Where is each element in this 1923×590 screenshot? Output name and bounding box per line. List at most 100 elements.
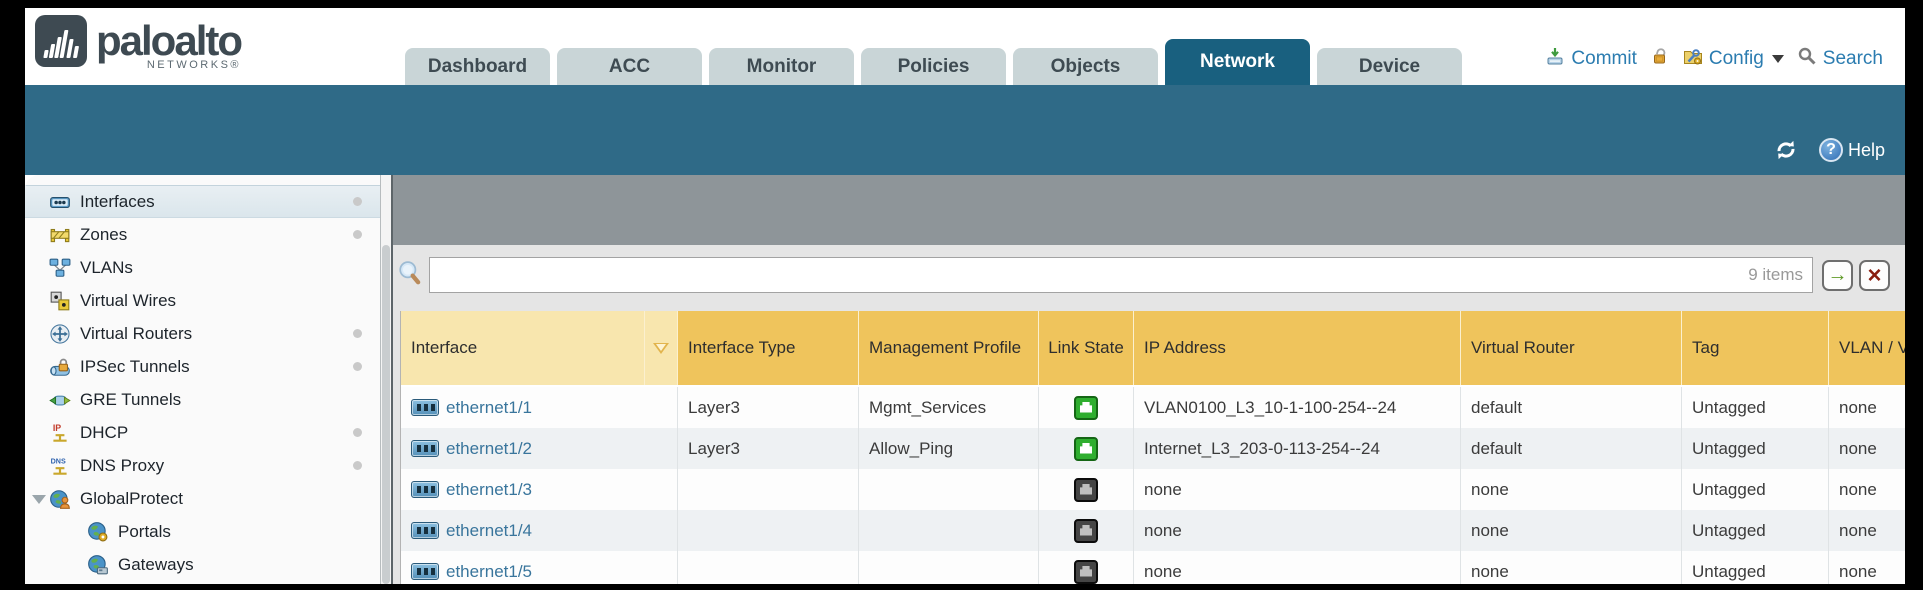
sidebar-item-clipped[interactable]	[25, 581, 380, 584]
commit-icon	[1545, 46, 1565, 72]
virtual-routers-icon	[49, 323, 71, 345]
column-header-virtual-router[interactable]: Virtual Router	[1461, 311, 1682, 385]
filter-input[interactable]	[429, 257, 1813, 293]
interface-link[interactable]: ethernet1/4	[411, 521, 532, 541]
zones-icon	[49, 224, 71, 246]
tab-objects[interactable]: Objects	[1013, 48, 1158, 85]
interface-link[interactable]: ethernet1/2	[411, 439, 532, 459]
apply-filter-button[interactable]: →	[1822, 260, 1853, 291]
virtual-wires-icon	[49, 290, 71, 312]
portals-icon	[87, 521, 109, 543]
secondary-bar: ? Help	[25, 85, 1905, 175]
tab-policies[interactable]: Policies	[861, 48, 1006, 85]
table-row[interactable]: ethernet1/1 Layer3 Mgmt_Services VLAN010…	[401, 387, 1905, 428]
sidebar-item-dns-proxy[interactable]: DNS DNS Proxy	[25, 449, 380, 482]
column-header-interface[interactable]: Interface	[401, 311, 645, 385]
paloalto-logo: paloalto NETWORKS®	[35, 15, 241, 67]
sidebar-item-portals[interactable]: Portals	[25, 515, 380, 548]
interface-link[interactable]: ethernet1/1	[411, 398, 532, 418]
sidebar-item-vlans[interactable]: VLANs	[25, 251, 380, 284]
dns-proxy-icon: DNS	[49, 455, 71, 477]
main-panel: Ethernet VLAN Loopback Tunnel SD-WAN 9 i…	[393, 175, 1905, 584]
table-row[interactable]: ethernet1/2 Layer3 Allow_Ping Internet_L…	[401, 428, 1905, 469]
interface-link[interactable]: ethernet1/3	[411, 480, 532, 500]
tab-acc[interactable]: ACC	[557, 48, 702, 85]
filter-field: 9 items	[429, 257, 1813, 293]
ethernet-interface-icon	[411, 522, 439, 539]
collapse-arrow-icon[interactable]	[32, 495, 46, 504]
top-header: paloalto NETWORKS® Dashboard ACC Monitor…	[25, 8, 1905, 85]
search-icon	[1797, 46, 1817, 72]
ethernet-interface-icon	[411, 481, 439, 498]
ethernet-interface-icon	[411, 563, 439, 580]
status-dot	[353, 230, 362, 239]
sidebar-item-dhcp[interactable]: IP DHCP	[25, 416, 380, 449]
dhcp-icon: IP	[49, 422, 71, 444]
refresh-icon[interactable]	[1773, 137, 1799, 163]
brand-subtitle: NETWORKS®	[147, 59, 241, 71]
table-row[interactable]: ethernet1/4 none none Untagged none	[401, 510, 1905, 551]
table-row[interactable]: ethernet1/5 none none Untagged none	[401, 551, 1905, 584]
header-actions: Commit Config Search	[1545, 46, 1883, 72]
status-dot	[353, 461, 362, 470]
gateways-icon	[87, 554, 109, 576]
clear-filter-button[interactable]: ×	[1859, 260, 1890, 291]
sidebar-item-zones[interactable]: Zones	[25, 218, 380, 251]
status-dot	[353, 428, 362, 437]
status-dot	[353, 329, 362, 338]
search-button[interactable]: Search	[1797, 46, 1883, 72]
sidebar-item-interfaces[interactable]: Interfaces	[25, 185, 380, 218]
column-header-ip-address[interactable]: IP Address	[1134, 311, 1461, 385]
tab-dashboard[interactable]: Dashboard	[405, 48, 550, 85]
gre-tunnels-icon	[49, 389, 71, 411]
link-state-icon	[1074, 478, 1098, 502]
help-icon: ?	[1819, 138, 1843, 162]
commit-button[interactable]: Commit	[1545, 46, 1636, 72]
sidebar-item-virtual-routers[interactable]: Virtual Routers	[25, 317, 380, 350]
link-state-icon	[1074, 396, 1098, 420]
sidebar-item-gre-tunnels[interactable]: GRE Tunnels	[25, 383, 380, 416]
app-window: paloalto NETWORKS® Dashboard ACC Monitor…	[25, 8, 1905, 584]
link-state-icon	[1074, 560, 1098, 584]
tab-network[interactable]: Network	[1165, 39, 1310, 85]
table-header-row: Interface Interface Type Management Prof…	[401, 311, 1905, 387]
sidebar-scrollbar[interactable]	[380, 175, 393, 584]
table-body: ethernet1/1 Layer3 Mgmt_Services VLAN010…	[401, 387, 1905, 584]
lock-button[interactable]	[1650, 46, 1670, 72]
tab-monitor[interactable]: Monitor	[709, 48, 854, 85]
ipsec-tunnels-icon	[49, 356, 71, 378]
sidebar-item-ipsec-tunnels[interactable]: IPSec Tunnels	[25, 350, 380, 383]
sidebar-item-gateways[interactable]: Gateways	[25, 548, 380, 581]
column-sort-menu[interactable]	[645, 311, 678, 385]
interfaces-table: Interface Interface Type Management Prof…	[400, 311, 1905, 584]
screenshot-frame: paloalto NETWORKS® Dashboard ACC Monitor…	[0, 0, 1923, 590]
table-row[interactable]: ethernet1/3 none none Untagged none	[401, 469, 1905, 510]
column-header-interface-type[interactable]: Interface Type	[678, 311, 859, 385]
scrollbar-thumb[interactable]	[382, 245, 390, 584]
lock-icon	[1650, 46, 1670, 72]
interface-link[interactable]: ethernet1/5	[411, 562, 532, 582]
status-dot	[353, 362, 362, 371]
link-state-icon	[1074, 519, 1098, 543]
column-header-management-profile[interactable]: Management Profile	[859, 311, 1039, 385]
sort-dropdown-icon[interactable]	[653, 343, 669, 354]
sidebar-item-virtual-wires[interactable]: Virtual Wires	[25, 284, 380, 317]
main-nav-tabs: Dashboard ACC Monitor Policies Objects N…	[405, 39, 1462, 85]
vlans-icon	[49, 257, 71, 279]
sidebar-item-globalprotect[interactable]: GlobalProtect	[25, 482, 380, 515]
tab-device[interactable]: Device	[1317, 48, 1462, 85]
globalprotect-icon	[49, 488, 71, 510]
ethernet-interface-icon	[411, 399, 439, 416]
column-header-link-state[interactable]: Link State	[1039, 311, 1134, 385]
ethernet-interface-icon	[411, 440, 439, 457]
column-header-tag[interactable]: Tag	[1682, 311, 1829, 385]
status-dot	[353, 197, 362, 206]
chevron-down-icon	[1772, 55, 1784, 63]
help-button[interactable]: ? Help	[1819, 138, 1885, 162]
network-sidebar: Interfaces Zones VLANs Virtual Wires Vir…	[25, 175, 380, 584]
column-header-vlan-virtual-wire[interactable]: VLAN / Virtual-Wire	[1829, 311, 1905, 385]
config-icon	[1683, 46, 1703, 72]
filter-magnifier-icon	[397, 260, 423, 286]
config-menu[interactable]: Config	[1683, 46, 1784, 72]
interfaces-icon	[49, 191, 71, 213]
